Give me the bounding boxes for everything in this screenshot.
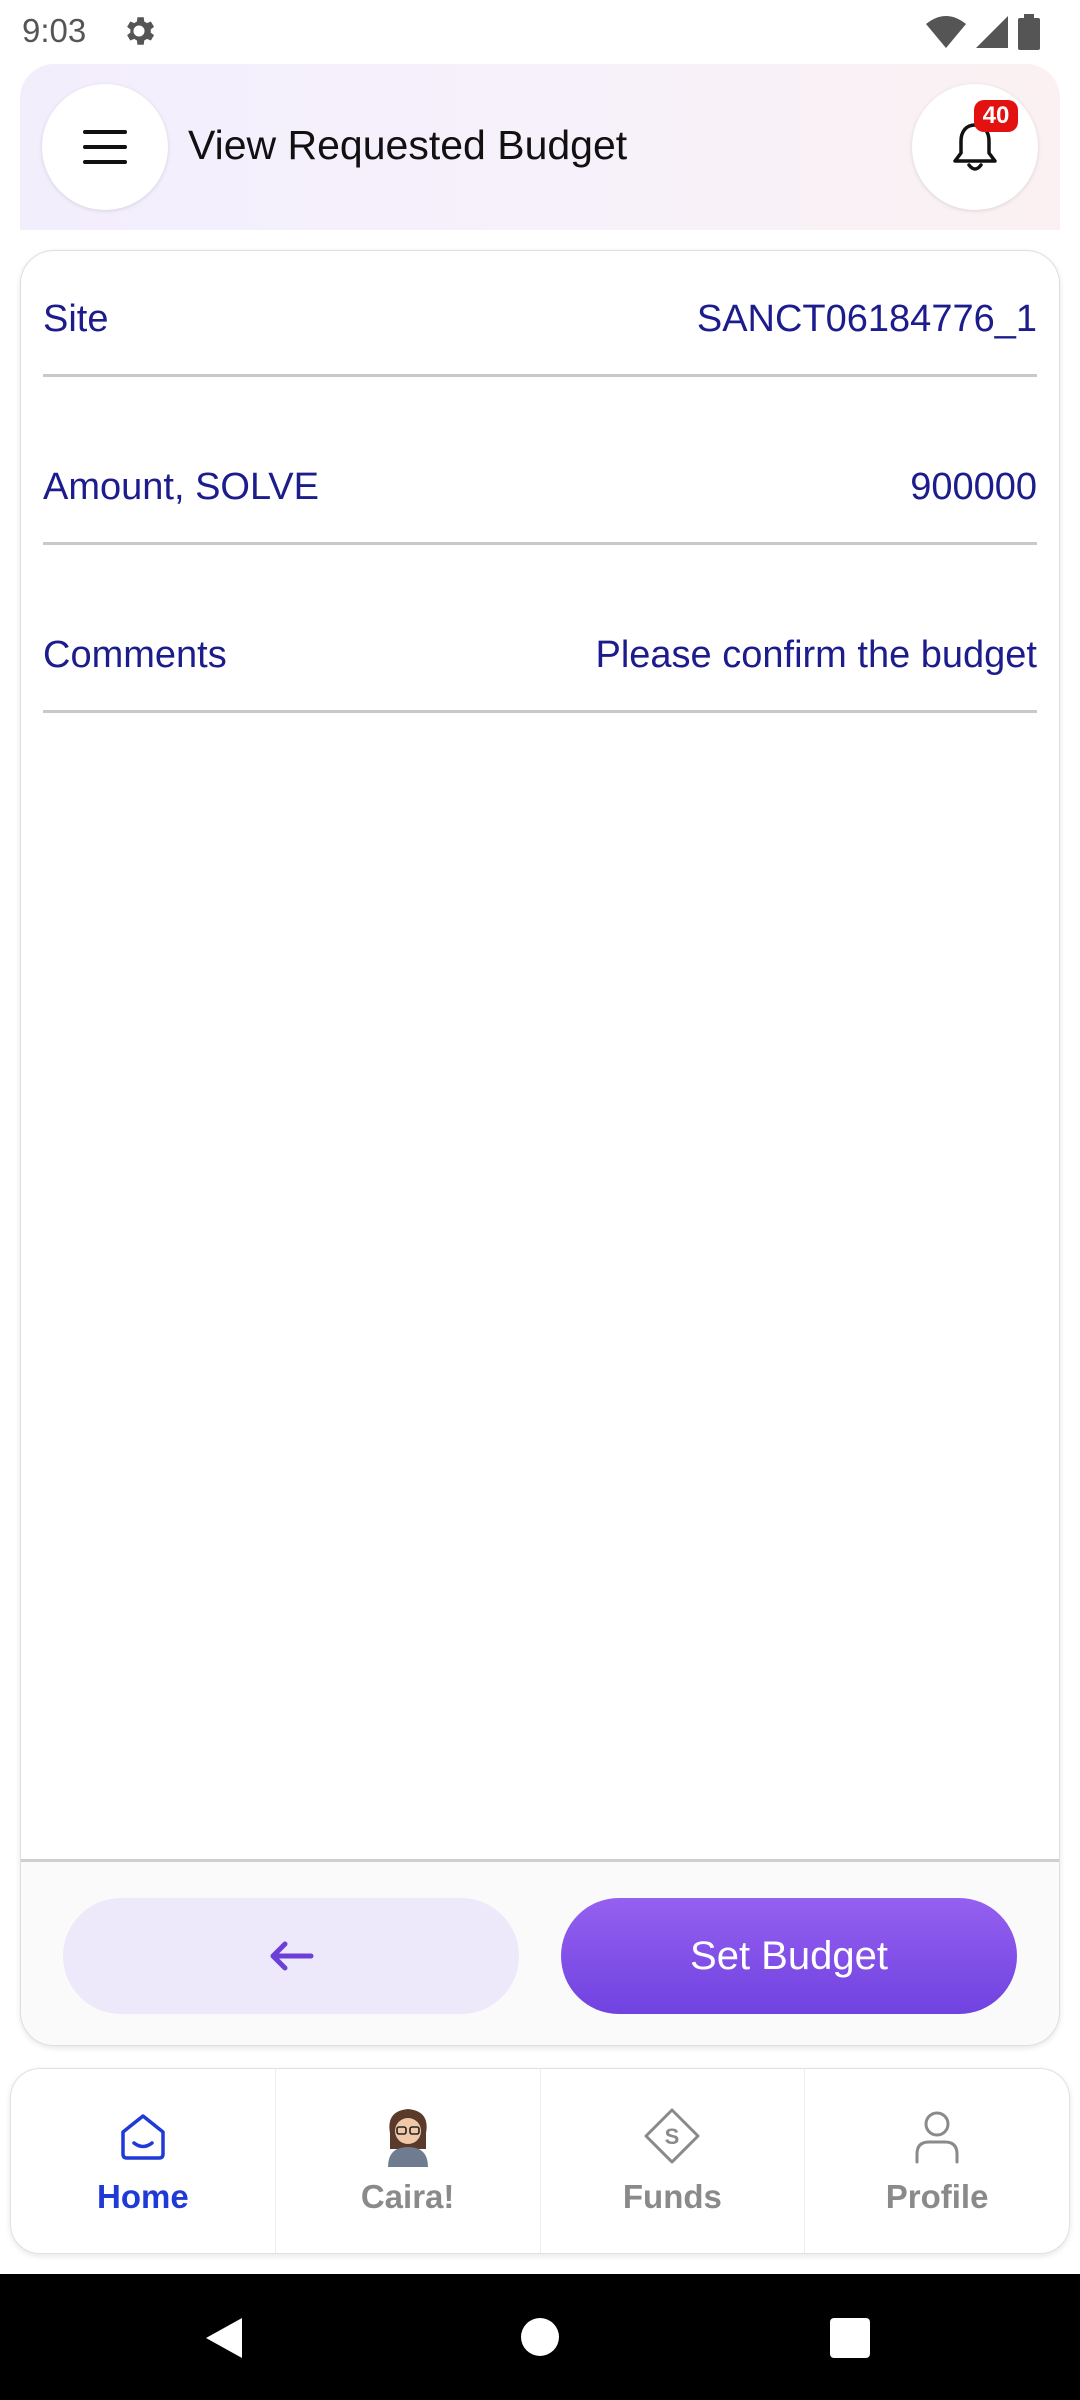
app-header: View Requested Budget 40 xyxy=(20,64,1060,230)
profile-icon xyxy=(907,2106,967,2166)
caira-avatar-icon xyxy=(378,2106,438,2167)
system-recents-icon[interactable] xyxy=(830,2318,870,2358)
comments-value: Please confirm the budget xyxy=(595,634,1038,676)
status-bar: 9:03 xyxy=(0,0,1080,62)
nav-caira[interactable]: Caira! xyxy=(276,2069,541,2253)
funds-icon: S xyxy=(642,2106,702,2166)
amount-label: Amount, SOLVE xyxy=(43,466,319,508)
status-time: 9:03 xyxy=(22,12,87,49)
amount-value: 900000 xyxy=(910,466,1037,508)
set-budget-button[interactable]: Set Budget xyxy=(561,1898,1017,2014)
nav-home-label: Home xyxy=(97,2178,189,2215)
status-icons xyxy=(926,12,1040,52)
arrow-left-icon xyxy=(270,1941,314,1971)
bottom-nav: Home Caira! S Funds Profile xyxy=(10,2068,1070,2254)
svg-text:S: S xyxy=(665,2124,680,2149)
page-title: View Requested Budget xyxy=(188,122,628,168)
nav-funds-label: Funds xyxy=(622,2178,722,2215)
system-nav-bar xyxy=(0,2274,1080,2400)
gear-icon xyxy=(127,17,155,45)
amount-row: Amount, SOLVE 900000 xyxy=(43,433,1037,545)
comments-row: Comments Please confirm the budget xyxy=(43,601,1037,713)
back-button[interactable] xyxy=(63,1898,519,2014)
site-value: SANCT06184776_1 xyxy=(696,298,1037,340)
card-actions: Set Budget xyxy=(21,1859,1059,2045)
notifications-button[interactable]: 40 xyxy=(912,84,1038,210)
site-label: Site xyxy=(43,298,109,340)
hamburger-menu-icon xyxy=(83,130,127,164)
site-row: Site SANCT06184776_1 xyxy=(43,265,1037,377)
battery-icon xyxy=(1018,14,1040,50)
nav-funds[interactable]: S Funds xyxy=(541,2069,806,2253)
home-icon xyxy=(113,2106,173,2166)
wifi-icon xyxy=(926,16,966,48)
nav-caira-label: Caira! xyxy=(360,2178,455,2215)
nav-profile-label: Profile xyxy=(885,2178,989,2215)
notification-badge: 40 xyxy=(974,100,1018,132)
nav-profile[interactable]: Profile xyxy=(805,2069,1069,2253)
signal-icon xyxy=(976,16,1008,48)
nav-home[interactable]: Home xyxy=(11,2069,276,2253)
budget-details-card: Site SANCT06184776_1 Amount, SOLVE 90000… xyxy=(20,250,1060,2046)
comments-label: Comments xyxy=(43,634,227,676)
system-back-icon[interactable] xyxy=(204,2316,244,2360)
menu-button[interactable] xyxy=(42,84,168,210)
system-home-icon[interactable] xyxy=(521,2318,559,2356)
